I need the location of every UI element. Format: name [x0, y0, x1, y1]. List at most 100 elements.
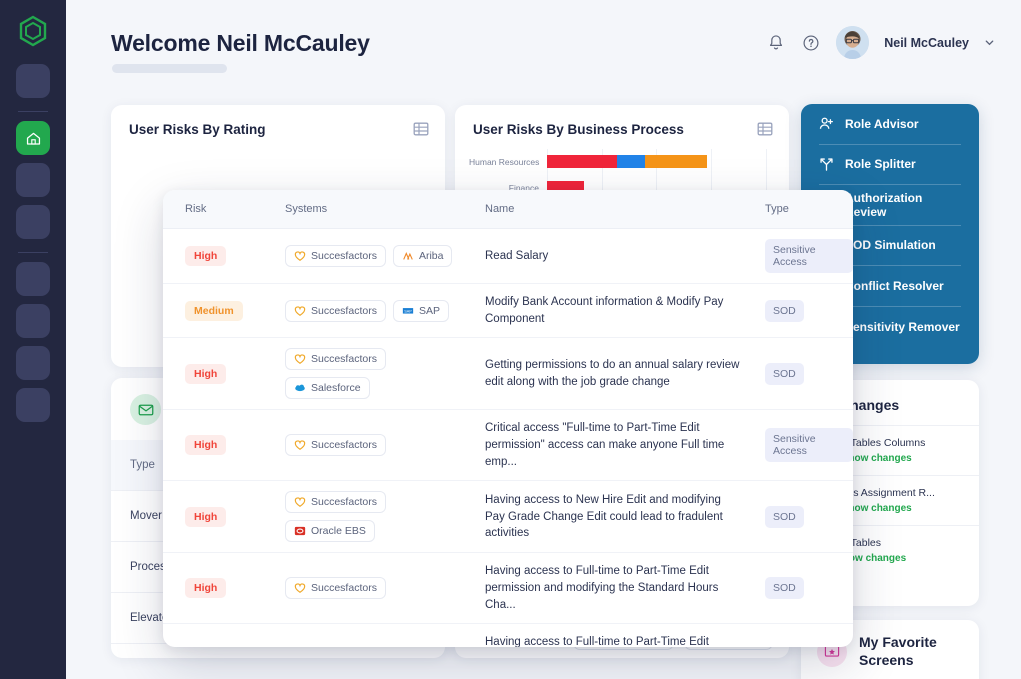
svg-text:SAP: SAP	[404, 309, 412, 313]
system-chip[interactable]: Succesfactors	[285, 434, 386, 456]
cell-name: Modify Bank Account information & Modify…	[463, 284, 743, 338]
column-header-type[interactable]: Type	[743, 190, 853, 229]
sidebar-item-nav-home[interactable]	[16, 121, 50, 155]
sap-icon: SAP	[402, 305, 414, 317]
cell-type: SOD	[743, 553, 853, 624]
sidebar-item-nav-placeholder-2[interactable]	[16, 163, 50, 197]
cell-name: Read Salary	[463, 229, 743, 284]
sidebar-item-nav-placeholder-1[interactable]	[16, 64, 50, 98]
risk-name: Read Salary	[485, 248, 743, 265]
risk-name: Having access to New Hire Edit and modif…	[485, 492, 743, 542]
risk-name: Getting permissions to do an annual sala…	[485, 357, 743, 390]
cell-systems: Succesfactors SAP SAP	[263, 284, 463, 338]
tool-item-role-advisor[interactable]: Role Advisor	[819, 104, 961, 145]
tool-label: Role Splitter	[845, 157, 916, 171]
column-header-risk[interactable]: Risk	[163, 190, 263, 229]
cell-systems: Succesfactors Salesforce	[263, 338, 463, 410]
status-badge: High	[185, 435, 226, 455]
sidebar-item-nav-placeholder-3[interactable]	[16, 205, 50, 239]
system-chip[interactable]: SAP SAP	[393, 300, 449, 322]
envelope-icon-badge	[130, 394, 161, 425]
type-badge: SOD	[765, 300, 804, 322]
tool-label: Conflict Resolver	[845, 279, 944, 293]
cell-systems: Succesfactors Oracle EBS	[263, 481, 463, 553]
type-badge: SOD	[765, 506, 804, 528]
sidebar-item-nav-placeholder-5[interactable]	[16, 304, 50, 338]
sidebar-item-nav-placeholder-6[interactable]	[16, 346, 50, 380]
card-title: User Risks By Rating	[129, 122, 266, 137]
table-grid-icon[interactable]	[757, 121, 773, 137]
cell-type: SOD	[743, 481, 853, 553]
system-chip[interactable]: Succesfactors	[285, 577, 386, 599]
system-chip[interactable]: Succesfactors	[285, 245, 386, 267]
system-chip[interactable]: Succesfactors	[285, 348, 386, 370]
rail-divider	[18, 111, 48, 112]
system-label: Salesforce	[311, 382, 361, 394]
home-icon	[25, 130, 42, 147]
cell-risk: High	[163, 481, 263, 553]
successfactors-icon	[294, 582, 306, 594]
status-badge: High	[185, 246, 226, 266]
cell-type: SOD	[743, 284, 853, 338]
table-row[interactable]: Medium Succesfactors SAP SAP Modify Bank…	[163, 284, 853, 338]
successfactors-icon	[294, 496, 306, 508]
table-row[interactable]: High Succesfactors Critical access "Full…	[163, 410, 853, 481]
system-chip[interactable]: Succesfactors	[285, 491, 386, 513]
system-label: Succesfactors	[311, 582, 377, 594]
chevron-down-icon[interactable]	[984, 37, 995, 48]
system-chip[interactable]: Oracle EBS	[285, 520, 375, 542]
user-name-label: Neil McCauley	[884, 36, 969, 50]
cell-type: Sensitive Access	[743, 410, 853, 481]
system-label: Succesfactors	[311, 250, 377, 262]
oracle-ebs-icon	[294, 525, 306, 537]
column-header-name[interactable]: Name	[463, 190, 743, 229]
tool-label: SOD Simulation	[845, 238, 936, 252]
sidebar-item-nav-placeholder-4[interactable]	[16, 262, 50, 296]
cell-name: Having access to New Hire Edit and modif…	[463, 481, 743, 553]
risk-name: Having access to Full-time to Part-Time …	[485, 563, 743, 613]
avatar[interactable]	[836, 26, 869, 59]
table-row[interactable]: High Succesfactors Oracle EBS Having acc…	[163, 481, 853, 553]
cell-risk: High	[163, 410, 263, 481]
card-header: User Risks By Rating	[129, 121, 429, 137]
risk-name: Having access to Full-time to Part-Time …	[485, 634, 743, 647]
left-nav-rail	[0, 0, 66, 679]
cell-type: SOD	[743, 624, 853, 647]
header-actions: Neil McCauley	[766, 26, 995, 59]
successfactors-icon	[294, 353, 306, 365]
loading-skeleton-bar	[112, 64, 227, 73]
type-badge: Sensitive Access	[765, 428, 853, 462]
system-chip[interactable]: Salesforce	[285, 377, 370, 399]
type-badge: SOD	[765, 577, 804, 599]
table-row[interactable]: High Succesfactors Ariba Read Salary Sen…	[163, 229, 853, 284]
cell-name: Critical access "Full-time to Part-Time …	[463, 410, 743, 481]
bell-icon[interactable]	[766, 33, 786, 53]
system-label: Succesfactors	[311, 496, 377, 508]
user-plus-icon	[819, 116, 834, 131]
table-grid-icon[interactable]	[413, 121, 429, 137]
status-badge: High	[185, 578, 226, 598]
system-label: Succesfactors	[311, 353, 377, 365]
risks-table: Risk Systems Name Type High Succesfactor…	[163, 190, 853, 647]
split-arrow-icon	[819, 157, 834, 172]
table-row[interactable]: High Succesfactors Salesforce Getting pe…	[163, 338, 853, 410]
table-body: High Succesfactors Ariba Read Salary Sen…	[163, 229, 853, 648]
risk-name: Critical access "Full-time to Part-Time …	[485, 420, 743, 470]
system-chip[interactable]: Succesfactors	[285, 300, 386, 322]
card-title: My Favorite Screens	[859, 634, 963, 670]
cell-name: Having access to Full-time to Part-Time …	[463, 553, 743, 624]
bar-segments	[547, 155, 707, 168]
question-circle-icon[interactable]	[801, 33, 821, 53]
tool-item-role-splitter[interactable]: Role Splitter	[819, 145, 961, 186]
bar-row: Human Resources	[469, 149, 775, 175]
table-row[interactable]: High Succesfactors Having access to Full…	[163, 553, 853, 624]
table-header: Risk Systems Name Type	[163, 190, 853, 229]
table-row[interactable]: High Succesfactors Having access to Full…	[163, 624, 853, 647]
cell-risk: High	[163, 553, 263, 624]
system-chip[interactable]: Ariba	[393, 245, 453, 267]
cell-name: Having access to Full-time to Part-Time …	[463, 624, 743, 647]
cell-risk: High	[163, 338, 263, 410]
sidebar-item-nav-placeholder-7[interactable]	[16, 388, 50, 422]
status-badge: Medium	[185, 301, 243, 321]
column-header-systems[interactable]: Systems	[263, 190, 463, 229]
